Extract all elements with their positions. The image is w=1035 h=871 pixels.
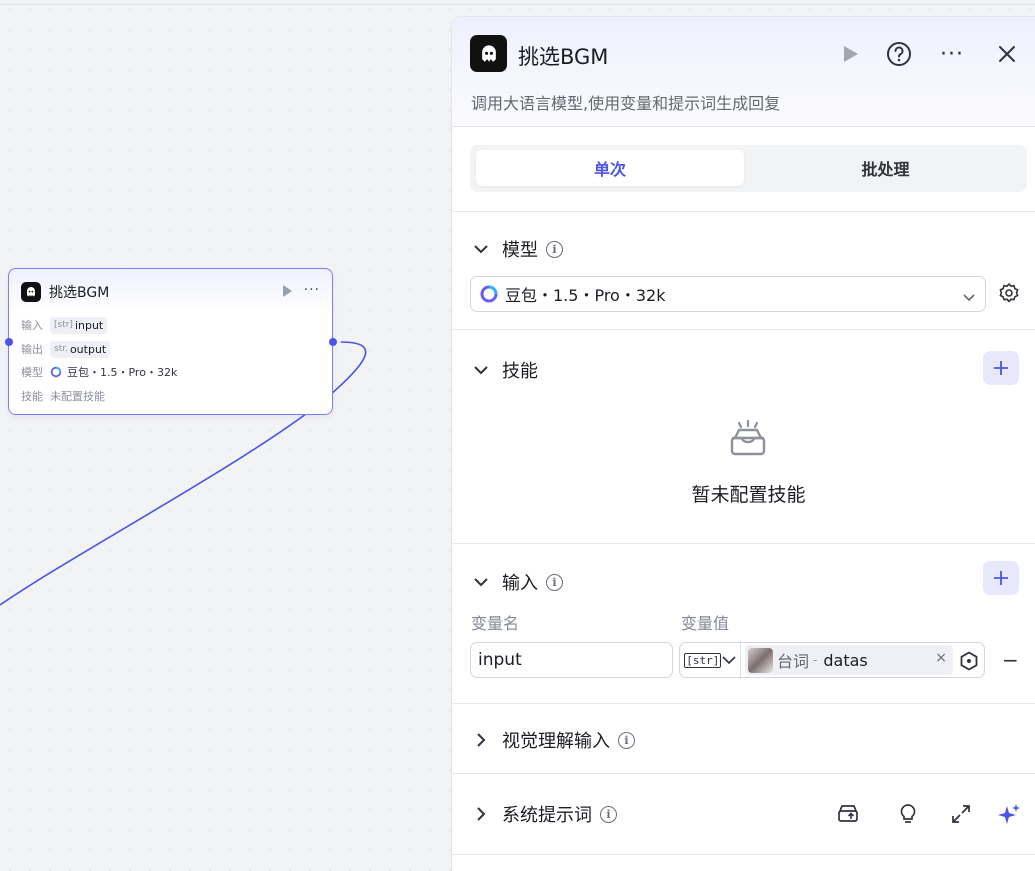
variable-name: datas [823,650,868,670]
empty-box-icon [727,419,769,464]
skills-section: 技能 暂未配置技能 [452,330,1035,544]
model-select-value: 豆包・1.5・Pro・32k [505,286,666,305]
info-icon[interactable]: i [600,805,617,823]
system-prompt-section: 系统提示词 i [452,774,1035,855]
chevron-down-icon[interactable] [472,361,490,379]
panel-description: 调用大语言模型,使用变量和提示词生成回复 [471,94,781,113]
delete-input-button[interactable]: − [1002,648,1019,672]
plus-icon [994,571,1008,585]
node-config-panel: 挑选BGM ··· 调用大语言模型,使用变量和提示词生成回复 单次 批处理 模型… [451,16,1035,871]
type-select[interactable]: [str] [680,643,741,677]
chevron-right-icon[interactable] [472,805,490,823]
close-icon[interactable]: × [935,650,947,666]
more-icon[interactable]: ··· [937,39,967,69]
chevron-down-icon [963,287,975,306]
mode-tabs-section: 单次 批处理 [452,127,1035,212]
info-icon[interactable]: i [546,240,563,258]
chevron-down-icon[interactable] [472,240,490,258]
output-port[interactable] [329,338,337,346]
skills-section-header[interactable]: 技能 [472,357,538,383]
input-port[interactable] [5,338,13,346]
top-divider [0,4,1035,5]
add-skill-button[interactable] [983,351,1019,385]
chevron-down-icon [722,655,736,664]
info-icon[interactable]: i [618,731,635,749]
type-tag: [str] [684,652,722,668]
input-chip: [str] input [50,316,108,334]
node-output-row: 输出 str. output [21,340,111,358]
node-title: 挑选BGM [49,285,110,301]
bulb-icon[interactable] [896,802,920,826]
run-icon[interactable] [283,285,292,297]
variable-separator: - [813,653,818,667]
variable-source: 台词 [777,652,810,671]
robot-logo-icon [21,282,41,302]
system-prompt-header[interactable]: 系统提示词 i [472,801,617,827]
model-section-header[interactable]: 模型 i [472,236,563,262]
tab-single[interactable]: 单次 [476,150,744,186]
model-section: 模型 i 豆包・1.5・Pro・32k [452,212,1035,330]
doubao-logo-icon [480,285,498,303]
close-icon[interactable] [992,39,1022,69]
info-icon[interactable]: i [546,573,563,591]
chevron-right-icon[interactable] [472,731,490,749]
mode-tabs: 单次 批处理 [470,145,1027,192]
add-input-button[interactable] [983,561,1019,595]
node-skills-row: 技能 未配置技能 [21,390,105,403]
variable-name-input[interactable]: input [470,642,673,678]
input-section: 输入 i 变量名 变量值 input [str] 台词 - datas × − [452,544,1035,704]
robot-logo-icon [470,35,507,72]
vision-section-header[interactable]: 视觉理解输入 i [472,727,635,753]
panel-title: 挑选BGM [518,45,609,69]
expand-icon[interactable] [949,802,973,826]
col-label-value: 变量值 [681,614,730,633]
help-icon[interactable] [884,39,914,69]
model-select[interactable]: 豆包・1.5・Pro・32k [470,276,986,312]
chevron-down-icon[interactable] [472,573,490,591]
sparkle-icon[interactable] [996,802,1022,828]
gear-icon[interactable] [998,282,1020,304]
hexagon-icon[interactable] [959,651,979,675]
input-section-header[interactable]: 输入 i [472,569,563,595]
variable-ref-chip[interactable]: 台词 - datas × [745,645,953,675]
avatar [748,647,773,673]
template-icon[interactable] [836,802,860,826]
run-icon[interactable] [836,39,866,69]
skills-empty-text: 暂未配置技能 [691,484,806,506]
tab-batch[interactable]: 批处理 [748,150,1023,186]
panel-header: 挑选BGM ··· 调用大语言模型,使用变量和提示词生成回复 [452,17,1035,127]
node-input-row: 输入 [str] input [21,316,108,334]
node-model-row: 模型 豆包・1.5・Pro・32k [21,366,178,379]
variable-value-field[interactable]: [str] 台词 - datas × [679,642,985,678]
col-label-name: 变量名 [471,614,520,633]
plus-icon [994,361,1008,375]
more-icon[interactable]: ··· [304,282,320,298]
vision-section: 视觉理解输入 i [452,704,1035,774]
doubao-logo-icon [50,366,62,378]
llm-node-card[interactable]: 挑选BGM ··· 输入 [str] input 输出 str. output 模型… [8,268,333,415]
output-chip: str. output [50,340,111,358]
